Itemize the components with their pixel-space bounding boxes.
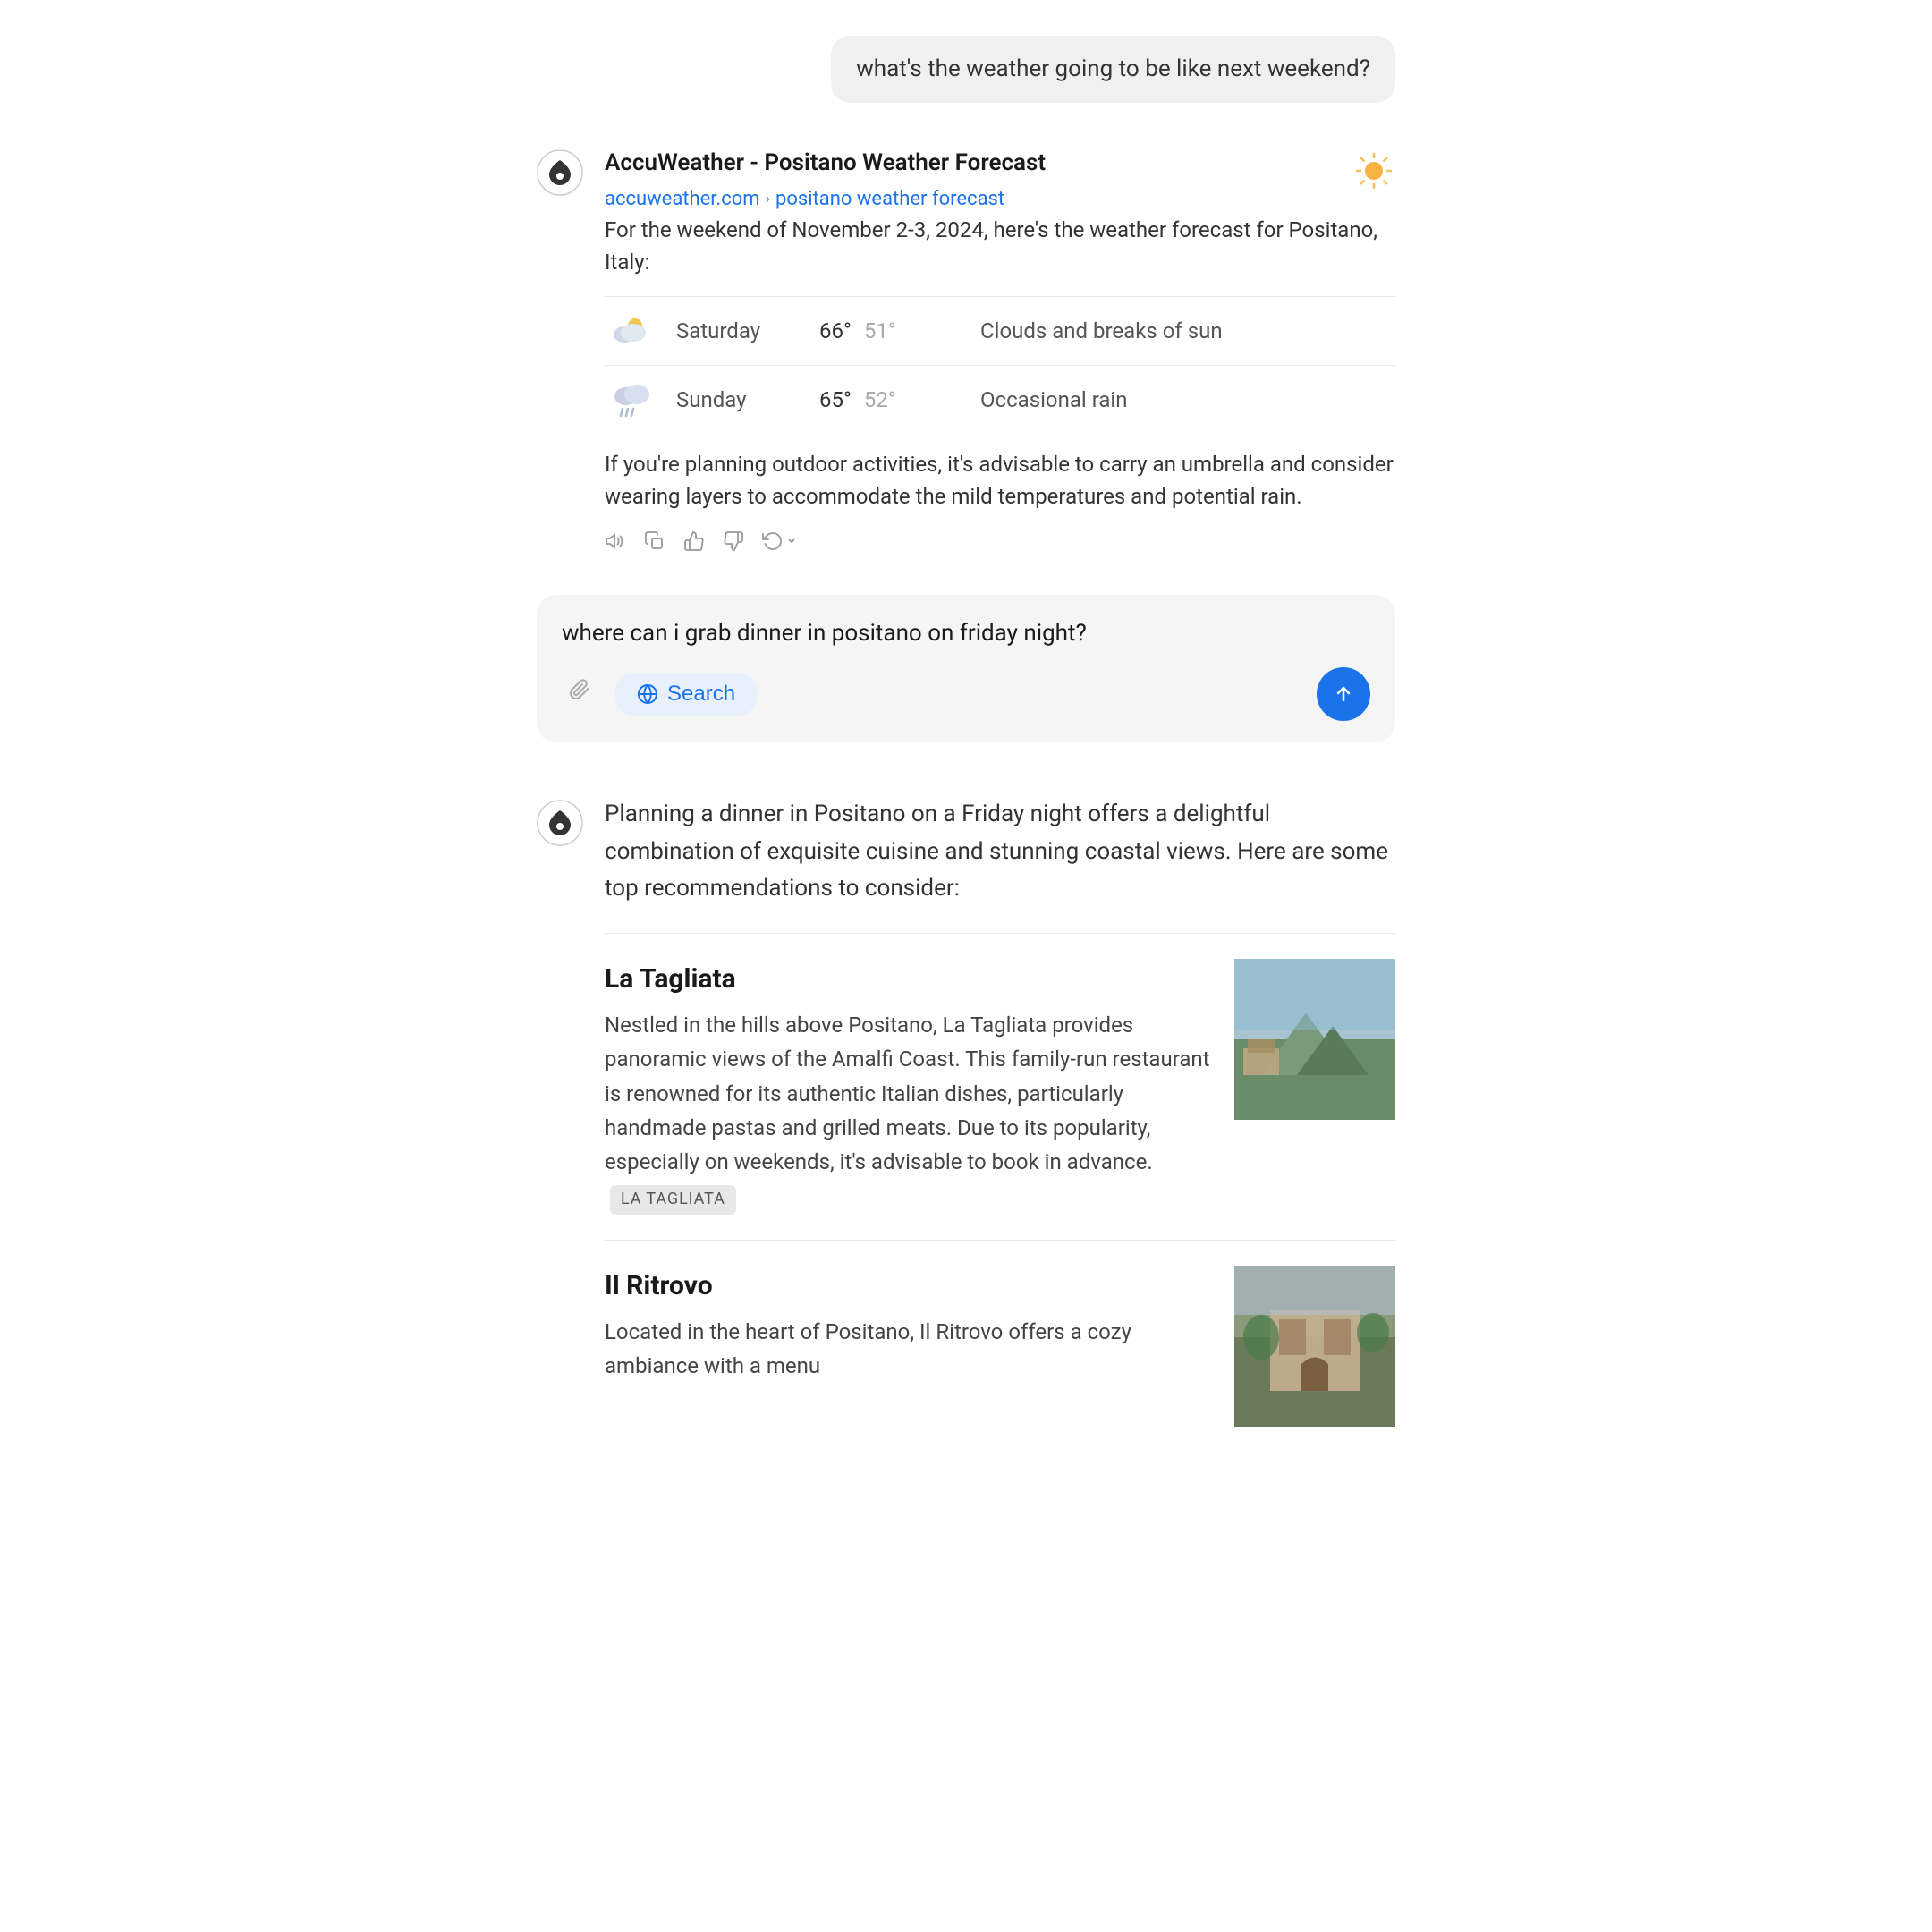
ai-weather-block: AccuWeather - Positano Weather Forecast …: [537, 146, 1395, 552]
input-actions-row: Search: [562, 667, 1370, 721]
action-icons-row: [605, 530, 1395, 552]
sun-decorative-icon: [1352, 149, 1395, 203]
la-tagliata-desc: Nestled in the hills above Positano, La …: [605, 1008, 1213, 1215]
weather-source-url: accuweather.com › positano weather forec…: [605, 184, 1046, 214]
send-button[interactable]: [1317, 667, 1370, 721]
weather-path-link[interactable]: positano weather forecast: [775, 184, 1004, 214]
ai-avatar-2: [537, 800, 583, 846]
dinner-intro-text: Planning a dinner in Positano on a Frida…: [605, 796, 1395, 908]
restaurant-il-ritrovo: Il Ritrovo Located in the heart of Posit…: [605, 1240, 1395, 1452]
saturday-temps: 66° 51°: [819, 315, 962, 347]
la-tagliata-tag: LA TAGLIATA: [610, 1185, 736, 1215]
saturday-description: Clouds and breaks of sun: [980, 315, 1223, 347]
weather-sunday-row: Sunday 65° 52° Occasional rain: [605, 365, 1395, 434]
thumbs-down-icon[interactable]: [723, 530, 744, 552]
saturday-low: 51°: [864, 318, 896, 343]
restaurant-la-tagliata: La Tagliata Nestled in the hills above P…: [605, 933, 1395, 1240]
sunday-weather-icon: [605, 380, 658, 419]
la-tagliata-name: La Tagliata: [605, 959, 1213, 999]
search-button-label: Search: [667, 682, 735, 707]
ai-avatar: [537, 149, 583, 196]
saturday-high: 66°: [819, 318, 852, 343]
sunday-label: Sunday: [676, 384, 801, 416]
regenerate-icon[interactable]: [762, 530, 798, 552]
input-left-actions: Search: [562, 672, 757, 717]
speaker-icon[interactable]: [605, 530, 626, 552]
thumbs-up-icon[interactable]: [683, 530, 705, 552]
saturday-label: Saturday: [676, 315, 801, 347]
dinner-content: Planning a dinner in Positano on a Frida…: [605, 796, 1395, 1452]
il-ritrovo-name: Il Ritrovo: [605, 1266, 1213, 1306]
chat-input-container[interactable]: where can i grab dinner in positano on f…: [537, 595, 1395, 742]
user-bubble-text-1: what's the weather going to be like next…: [831, 36, 1395, 103]
user-message-1: what's the weather going to be like next…: [537, 36, 1395, 103]
weather-saturday-row: Saturday 66° 51° Clouds and breaks of su…: [605, 296, 1395, 365]
la-tagliata-info: La Tagliata Nestled in the hills above P…: [605, 959, 1213, 1215]
saturday-weather-icon: [605, 311, 658, 351]
il-ritrovo-desc: Located in the heart of Positano, Il Rit…: [605, 1315, 1213, 1384]
input-text-value: where can i grab dinner in positano on f…: [562, 616, 1370, 651]
copy-icon[interactable]: [644, 530, 665, 552]
il-ritrovo-image: [1234, 1266, 1395, 1427]
weather-source-title: AccuWeather - Positano Weather Forecast: [605, 146, 1046, 181]
weather-source-block: AccuWeather - Positano Weather Forecast …: [605, 146, 1395, 214]
weather-advice-text: If you're planning outdoor activities, i…: [605, 448, 1395, 513]
attach-button[interactable]: [562, 672, 601, 717]
la-tagliata-inner: La Tagliata Nestled in the hills above P…: [605, 959, 1395, 1215]
sunday-high: 65°: [819, 387, 852, 412]
search-button[interactable]: Search: [615, 673, 757, 716]
il-ritrovo-inner: Il Ritrovo Located in the heart of Posit…: [605, 1266, 1395, 1427]
breadcrumb-chevron: ›: [766, 187, 770, 211]
sunday-temps: 65° 52°: [819, 384, 962, 416]
weather-domain-link[interactable]: accuweather.com: [605, 184, 760, 214]
ai-dinner-block: Planning a dinner in Positano on a Frida…: [537, 796, 1395, 1452]
weather-content: AccuWeather - Positano Weather Forecast …: [605, 146, 1395, 552]
weather-intro-text: For the weekend of November 2-3, 2024, h…: [605, 214, 1395, 278]
sunday-low: 52°: [864, 387, 896, 412]
il-ritrovo-info: Il Ritrovo Located in the heart of Posit…: [605, 1266, 1213, 1427]
la-tagliata-image: [1234, 959, 1395, 1120]
sunday-description: Occasional rain: [980, 384, 1128, 416]
